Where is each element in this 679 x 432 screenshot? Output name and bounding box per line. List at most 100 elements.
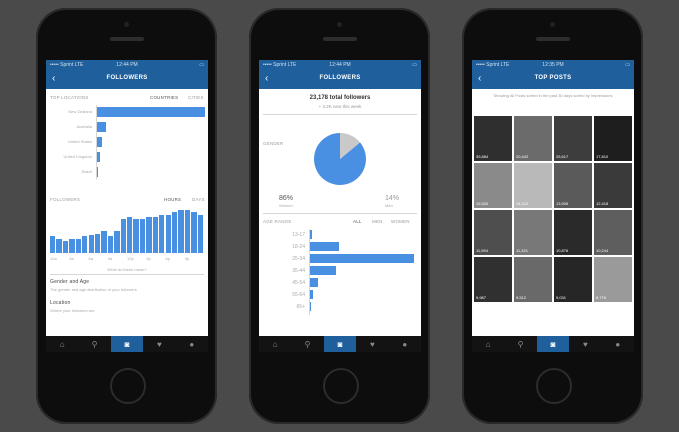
tab-countries[interactable]: COUNTRIES: [150, 95, 178, 100]
insights-icon[interactable]: ◙: [323, 336, 357, 352]
activity-icon[interactable]: ♥: [569, 336, 601, 352]
speaker: [535, 37, 570, 41]
post-thumbnail[interactable]: 11,321: [514, 210, 552, 255]
location-name: United Kingdom: [63, 154, 92, 159]
activity-icon[interactable]: ♥: [143, 336, 175, 352]
tab-hours[interactable]: HOURS: [164, 197, 181, 202]
home-button[interactable]: [322, 368, 359, 404]
tab-bar: ⌂ ⚲ ◙ ♥ ●: [259, 336, 421, 352]
hour-bar: [159, 214, 165, 253]
impressions-count: 39,884: [476, 154, 489, 159]
post-thumbnail[interactable]: 12,418: [594, 163, 632, 208]
home-icon[interactable]: ⌂: [472, 336, 504, 352]
impressions-count: 9,512: [516, 295, 527, 300]
tab-bar: ⌂ ⚲ ◙ ♥ ●: [472, 336, 634, 352]
post-thumbnail[interactable]: 10,244: [594, 210, 632, 255]
tab-days[interactable]: DAYS: [192, 197, 205, 202]
battery-icon: ▭: [199, 62, 204, 68]
women-label: Women: [279, 203, 293, 208]
hour-bar: [184, 209, 191, 253]
men-label: Men: [385, 203, 393, 208]
insights-icon[interactable]: ◙: [536, 336, 570, 352]
profile-icon[interactable]: ●: [389, 336, 421, 352]
search-icon[interactable]: ⚲: [78, 336, 110, 352]
impressions-count: 20,442: [516, 154, 529, 159]
post-thumbnail[interactable]: 15,520: [474, 163, 512, 208]
post-thumbnail[interactable]: 20,442: [514, 116, 552, 161]
impressions-count: 9,987: [476, 295, 487, 300]
home-icon[interactable]: ⌂: [259, 336, 291, 352]
hour-tick-label: 6a: [88, 256, 93, 261]
hour-tick-label: 9p: [184, 256, 190, 261]
location-name: Australia: [76, 124, 92, 129]
tab-women[interactable]: WOMEN: [391, 219, 410, 224]
nav-bar: ‹ TOP POSTS: [472, 70, 634, 89]
post-thumbnail[interactable]: 9,987: [474, 257, 512, 302]
tab-bar: ⌂ ⚲ ◙ ♥ ●: [46, 336, 208, 352]
hour-bar: [82, 236, 88, 253]
age-range-name: 25-34: [292, 256, 305, 262]
women-percent: 86%: [279, 195, 294, 202]
impressions-count: 17,810: [596, 154, 609, 159]
hour-bar: [171, 212, 178, 253]
post-thumbnail[interactable]: 9,031: [554, 257, 592, 302]
age-range-label: AGE RANGE: [263, 219, 292, 224]
gender-label: GENDER: [263, 141, 284, 146]
hour-bar: [197, 214, 203, 253]
age-range-name: 35-44: [292, 268, 305, 274]
post-thumbnail[interactable]: 39,884: [474, 116, 512, 161]
search-icon[interactable]: ⚲: [504, 336, 536, 352]
post-thumbnail[interactable]: 14,212: [514, 163, 552, 208]
hour-tick-label: 3a: [69, 256, 74, 261]
post-thumbnail[interactable]: 10,876: [554, 210, 592, 255]
gender-age-title[interactable]: Gender and Age: [50, 279, 89, 285]
sort-info[interactable]: Showing All Posts sorted in the past 30 …: [486, 93, 620, 99]
post-thumbnail[interactable]: 25,617: [554, 116, 592, 161]
impressions-count: 10,244: [596, 248, 609, 253]
followers-hours-chart: [50, 205, 204, 253]
impressions-count: 11,994: [476, 248, 488, 253]
hour-bar: [120, 219, 126, 253]
impressions-count: 13,905: [556, 201, 569, 206]
tab-men[interactable]: MEN: [372, 219, 383, 224]
profile-icon[interactable]: ●: [602, 336, 634, 352]
post-thumbnail[interactable]: 11,994: [474, 210, 512, 255]
status-bar: ••••• Sprint LTE 12:35 PM ▭: [472, 60, 634, 70]
age-bar: [310, 254, 414, 263]
location-bar: [97, 137, 103, 147]
hour-bar: [165, 214, 171, 253]
hour-bar: [114, 231, 120, 253]
activity-icon[interactable]: ♥: [356, 336, 388, 352]
nav-bar: ‹ FOLLOWERS: [46, 70, 208, 89]
location-title[interactable]: Location: [50, 300, 71, 306]
profile-icon[interactable]: ●: [176, 336, 208, 352]
search-icon[interactable]: ⚲: [291, 336, 323, 352]
location-bar: [97, 167, 99, 177]
hour-bar: [50, 236, 56, 253]
home-icon[interactable]: ⌂: [46, 336, 78, 352]
tab-cities[interactable]: CITIES: [188, 95, 204, 100]
insights-icon[interactable]: ◙: [110, 336, 144, 352]
screen: ••••• Sprint LTE 12:44 PM ▭ ‹ FOLLOWERS …: [259, 60, 421, 352]
post-thumbnail[interactable]: 13,905: [554, 163, 592, 208]
status-bar: ••••• Sprint LTE 12:44 PM ▭: [46, 60, 208, 70]
gender-pie-chart: [314, 133, 366, 185]
hour-bar: [191, 212, 197, 253]
post-thumbnail[interactable]: 9,512: [514, 257, 552, 302]
status-bar: ••••• Sprint LTE 12:44 PM ▭: [259, 60, 421, 70]
home-button[interactable]: [109, 368, 146, 404]
what-mean-link[interactable]: What do these mean?: [46, 267, 208, 272]
impressions-count: 25,617: [556, 154, 569, 159]
post-thumbnail[interactable]: 8,776: [594, 257, 632, 302]
post-thumbnail[interactable]: 17,810: [594, 116, 632, 161]
hour-bar: [88, 235, 94, 253]
location-sub: Where your followers are: [50, 308, 95, 313]
impressions-count: 14,212: [516, 201, 529, 206]
age-bar: [310, 242, 340, 251]
home-button[interactable]: [535, 368, 572, 404]
impressions-count: 12,418: [596, 201, 609, 206]
impressions-count: 9,031: [556, 295, 567, 300]
impressions-count: 15,520: [476, 201, 489, 206]
hour-bar: [152, 217, 159, 253]
tab-all[interactable]: ALL: [353, 219, 362, 224]
